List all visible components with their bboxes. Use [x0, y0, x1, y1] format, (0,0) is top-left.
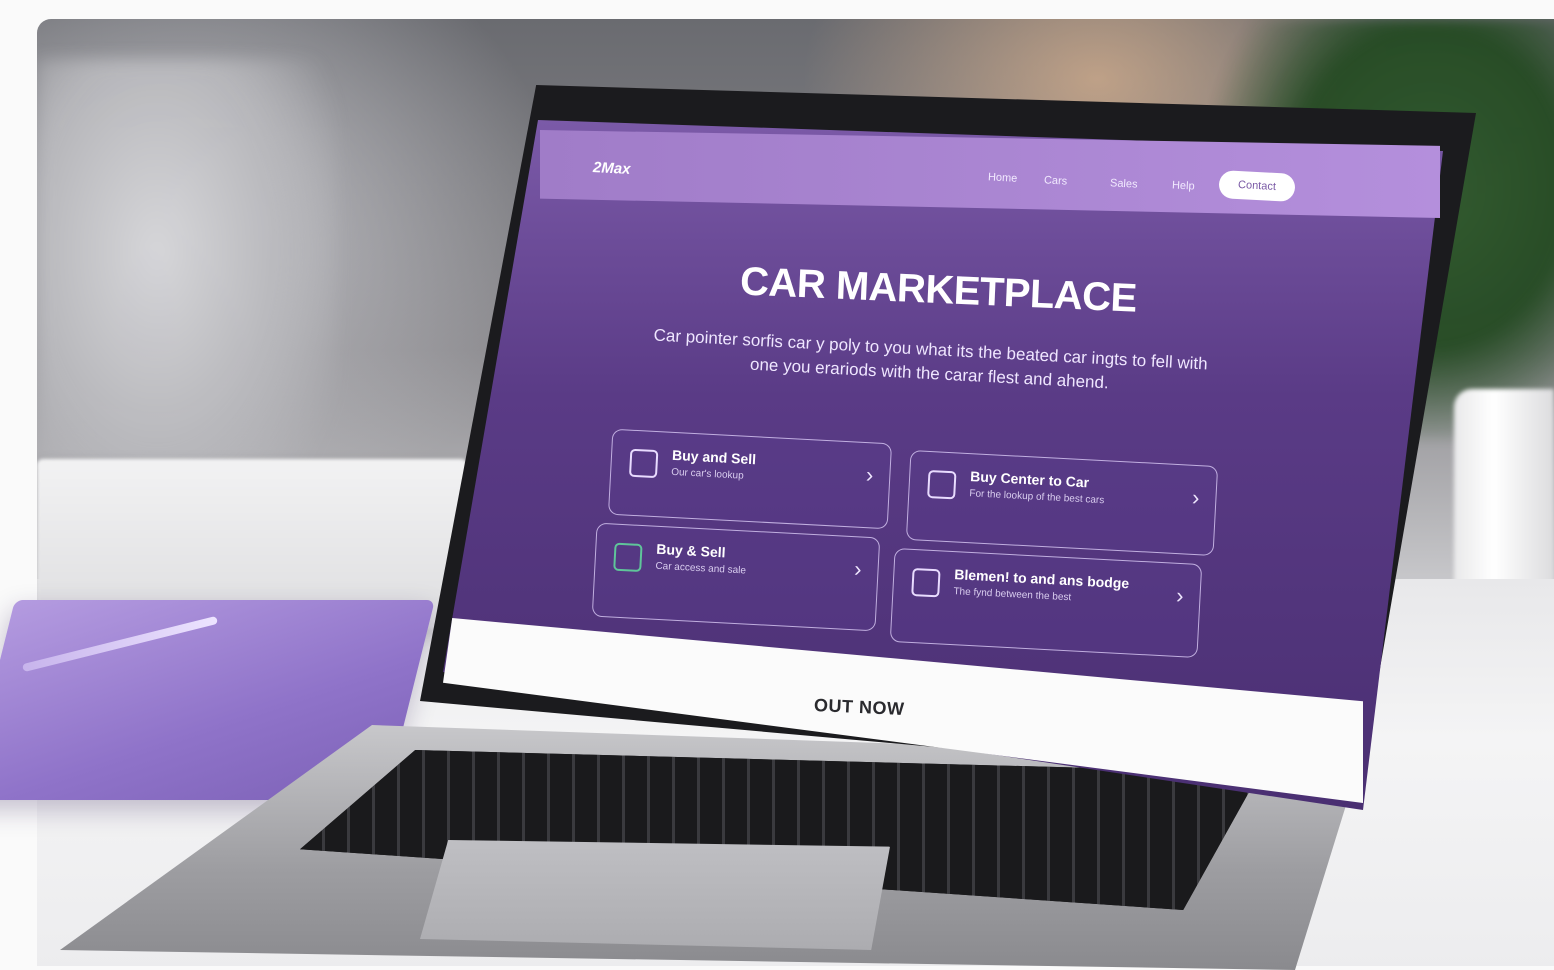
laptop-trackpad: [420, 840, 890, 950]
card-title: Buy Center to Car: [969, 468, 1090, 491]
card-desc: Our car's lookup: [670, 466, 744, 482]
out-now-label: OUT NOW: [813, 695, 905, 719]
chevron-right-icon: ›: [1191, 484, 1201, 511]
card-desc: The fynd between the best: [953, 586, 1072, 604]
document-icon: [613, 542, 643, 573]
card-title: Buy and Sell: [671, 446, 757, 468]
chevron-right-icon: ›: [865, 462, 875, 488]
chevron-right-icon: ›: [1175, 582, 1185, 609]
card-buy-center[interactable]: Buy Center to Car For the lookup of the …: [905, 450, 1219, 556]
home-car-icon: [628, 448, 659, 479]
car-lock-icon: [911, 567, 941, 598]
nav-link-cars[interactable]: Cars: [1044, 174, 1068, 187]
card-desc: For the lookup of the best cars: [969, 488, 1105, 507]
card-desc: Car access and sale: [655, 560, 747, 577]
card-title: Buy & Sell: [655, 540, 726, 561]
nav-link-sales[interactable]: Sales: [1110, 177, 1138, 190]
card-buy-and-sell[interactable]: Buy and Sell Our car's lookup ›: [607, 428, 893, 530]
site-logo[interactable]: 2Max: [593, 159, 631, 178]
chevron-right-icon: ›: [853, 556, 863, 582]
contact-button[interactable]: Contact: [1218, 170, 1296, 202]
nav-link-home[interactable]: Home: [988, 171, 1018, 185]
card-blemen[interactable]: Blemen! to and ans bodge The fynd betwee…: [889, 548, 1203, 658]
card-buy-sell[interactable]: Buy & Sell Car access and sale ›: [591, 522, 881, 632]
car-icon: [927, 469, 957, 500]
nav-link-help[interactable]: Help: [1172, 179, 1195, 192]
